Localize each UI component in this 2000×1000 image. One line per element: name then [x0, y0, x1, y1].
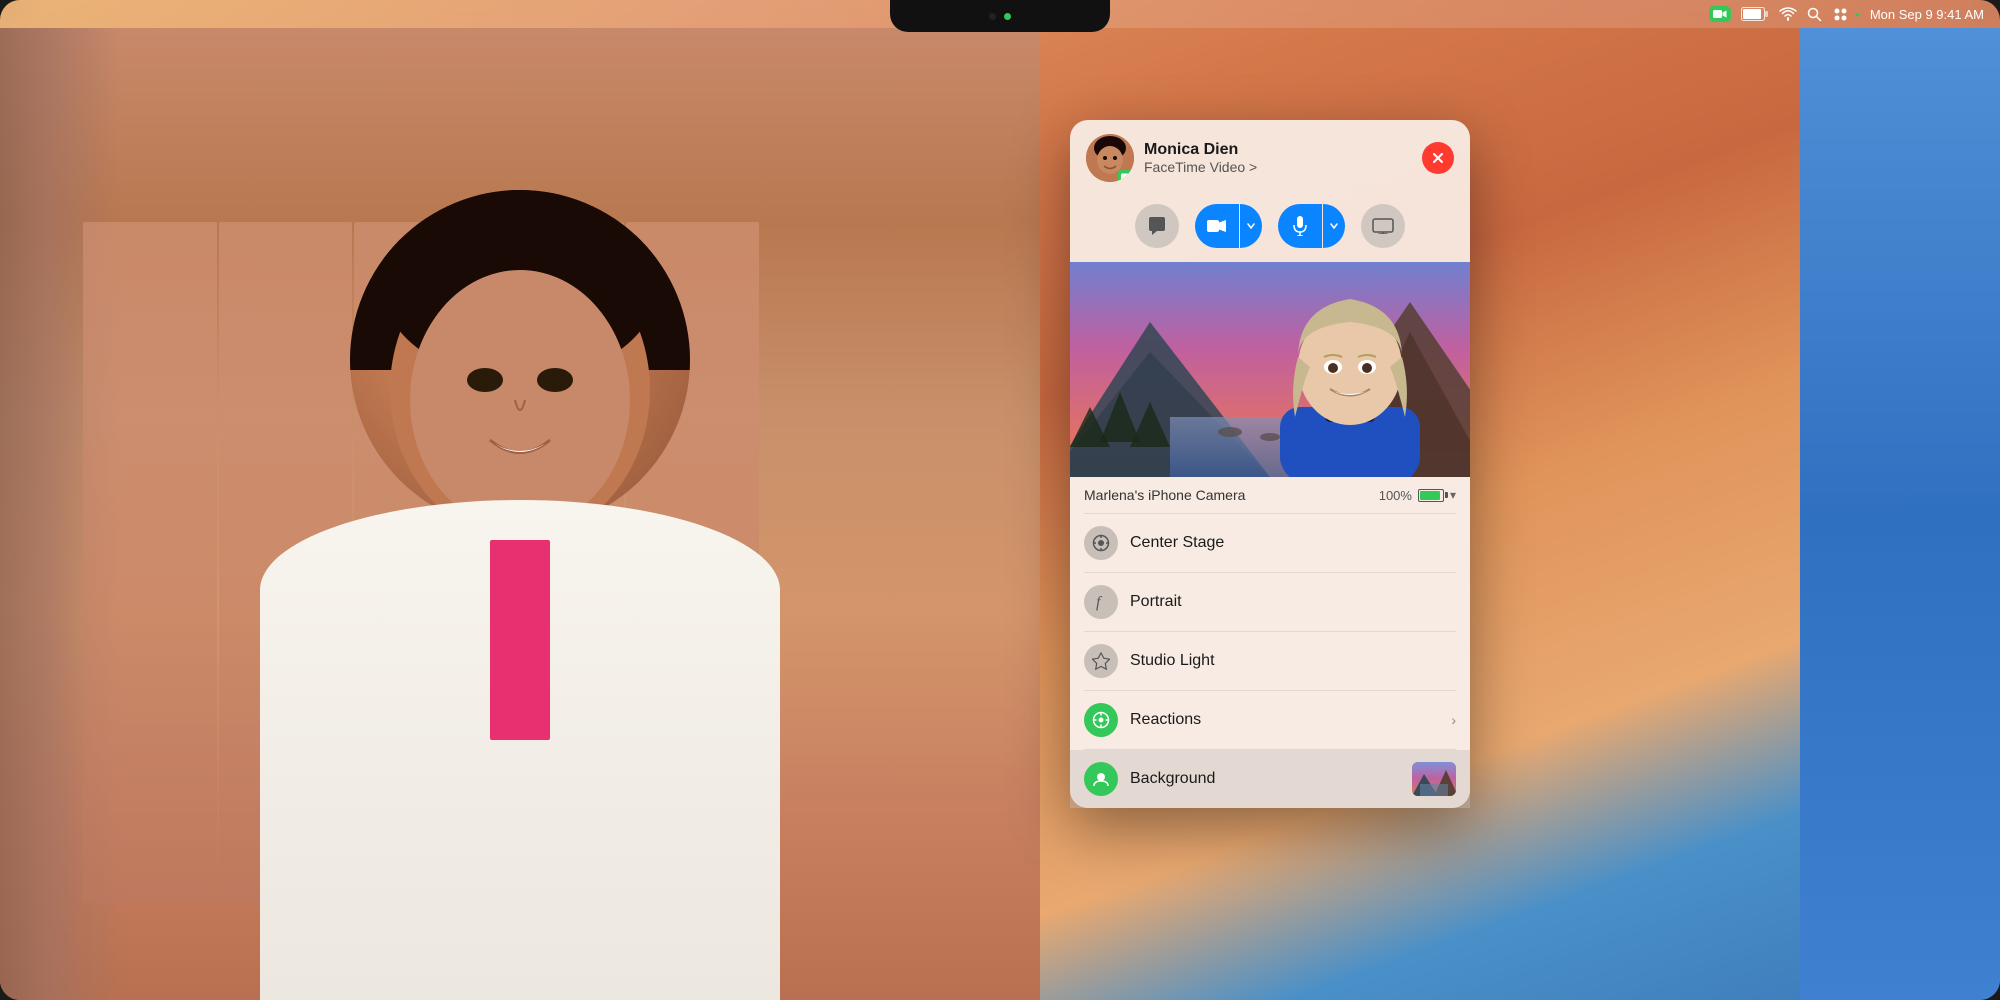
- caller-name: Monica Dien: [1144, 141, 1412, 159]
- center-stage-item[interactable]: Center Stage: [1070, 514, 1470, 572]
- portrait-label: Portrait: [1130, 593, 1456, 611]
- background-item[interactable]: Background: [1070, 750, 1470, 808]
- screen: ● Mon Sep 9 9:41 AM: [0, 0, 2000, 1000]
- facetime-badge: [1118, 170, 1134, 182]
- menubar-right: ● Mon Sep 9 9:41 AM: [1709, 6, 1984, 23]
- video-button[interactable]: [1195, 204, 1239, 248]
- battery-percentage: 100%: [1379, 488, 1412, 503]
- search-icon[interactable]: [1807, 7, 1822, 22]
- reactions-icon: [1084, 703, 1118, 737]
- studio-light-icon: [1084, 644, 1118, 678]
- notch-dot-camera: [1004, 13, 1011, 20]
- app-label: FaceTime Video >: [1144, 159, 1412, 175]
- mic-button[interactable]: [1278, 204, 1322, 248]
- facetime-menubar-icon[interactable]: [1709, 6, 1731, 22]
- person-body: [260, 500, 780, 1000]
- reactions-chevron: ›: [1451, 712, 1456, 728]
- person-face: [350, 190, 690, 530]
- background-thumbnail: [1412, 762, 1456, 796]
- facetime-panel: Monica Dien FaceTime Video >: [1070, 120, 1470, 808]
- close-button[interactable]: [1422, 142, 1454, 174]
- camera-chevron[interactable]: ▾: [1450, 488, 1456, 502]
- battery-fill: [1420, 491, 1440, 500]
- datetime-display[interactable]: Mon Sep 9 9:41 AM: [1870, 7, 1984, 22]
- center-stage-label: Center Stage: [1130, 534, 1456, 552]
- remote-video-feed: [1070, 262, 1470, 477]
- mic-chevron[interactable]: [1323, 204, 1345, 248]
- camera-name-label: Marlena's iPhone Camera: [1084, 487, 1245, 503]
- background-label: Background: [1130, 770, 1400, 788]
- camera-notch: [890, 0, 1110, 32]
- message-button[interactable]: [1135, 204, 1179, 248]
- caller-info: Monica Dien FaceTime Video >: [1144, 141, 1412, 175]
- video-chevron[interactable]: [1240, 204, 1262, 248]
- reactions-item[interactable]: Reactions ›: [1070, 691, 1470, 749]
- main-video-area: [0, 28, 1040, 1000]
- person-shirt-accent: [490, 540, 550, 740]
- camera-info-row: Marlena's iPhone Camera 100% ▾: [1070, 477, 1470, 513]
- right-bg: [1800, 28, 2000, 1000]
- svg-text:f: f: [1096, 594, 1103, 611]
- center-stage-icon: [1084, 526, 1118, 560]
- studio-light-label: Studio Light: [1130, 652, 1456, 670]
- portrait-item[interactable]: f Portrait: [1070, 573, 1470, 631]
- control-center-icon[interactable]: ●: [1832, 6, 1860, 23]
- battery-icon: [1418, 489, 1444, 502]
- video-button-group: [1195, 204, 1262, 248]
- camera-effects-menu: Center Stage f Portrait: [1070, 513, 1470, 808]
- controls-row: [1070, 196, 1470, 262]
- notification-header: Monica Dien FaceTime Video >: [1070, 120, 1470, 196]
- screenshare-button[interactable]: [1361, 204, 1405, 248]
- battery-info: 100% ▾: [1379, 488, 1456, 503]
- caller-avatar: [1086, 134, 1134, 182]
- notch-dot-left: [989, 13, 996, 20]
- reactions-label: Reactions: [1130, 711, 1439, 729]
- studio-light-item[interactable]: Studio Light: [1070, 632, 1470, 690]
- remote-person: [1270, 277, 1430, 477]
- portrait-icon: f: [1084, 585, 1118, 619]
- battery-indicator: [1741, 7, 1769, 21]
- mic-button-group: [1278, 204, 1345, 248]
- person-main: [170, 150, 870, 1000]
- wifi-icon[interactable]: [1779, 7, 1797, 21]
- video-background: [0, 28, 1040, 1000]
- background-icon: [1084, 762, 1118, 796]
